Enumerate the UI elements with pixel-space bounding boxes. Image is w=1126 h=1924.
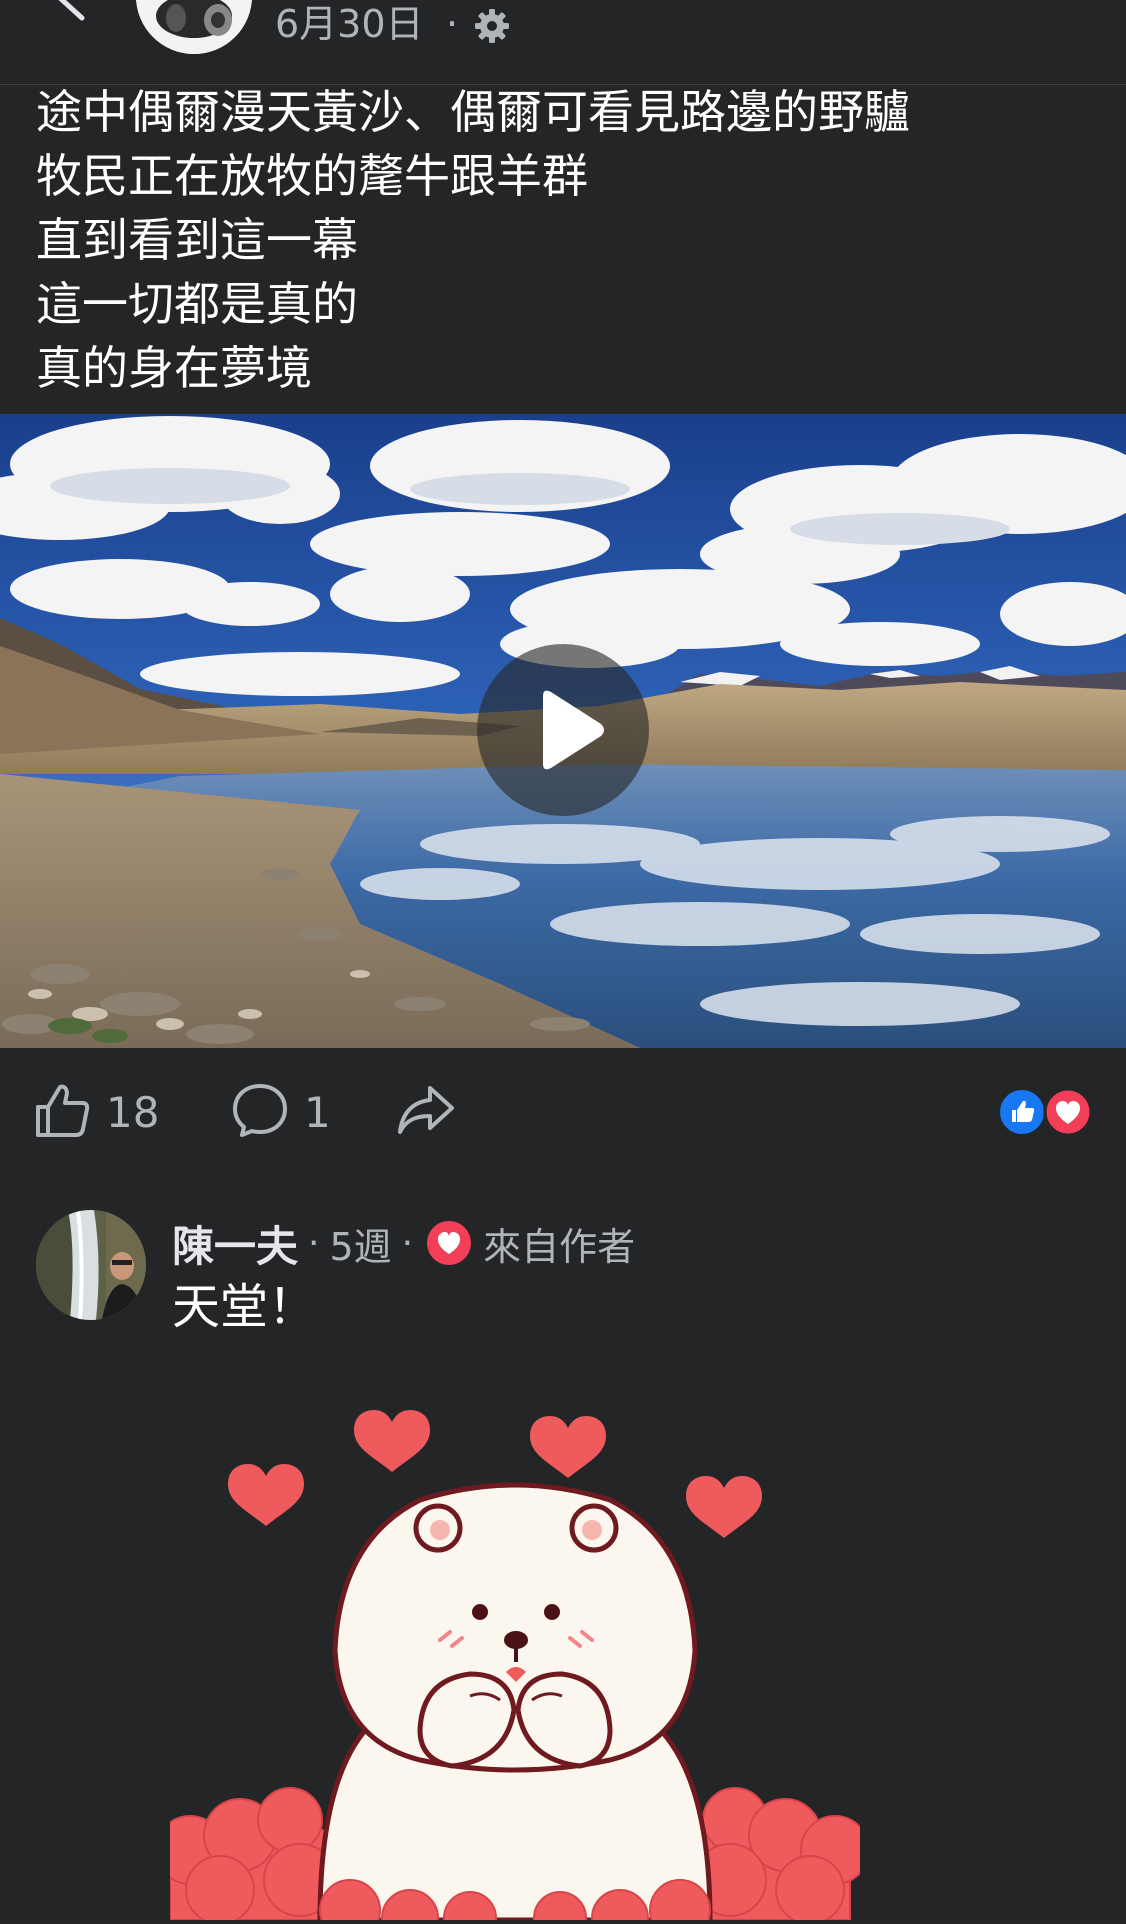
gear-icon[interactable] (472, 6, 512, 46)
post-text-line: 真的身在夢境 (36, 341, 312, 395)
post-text-line: 牧民正在放牧的氂牛跟羊群 (36, 149, 588, 203)
post-action-bar: 18 1 (0, 1080, 1126, 1144)
separator-dot: · (308, 1222, 320, 1264)
thumbs-up-icon (34, 1081, 92, 1143)
comment-bubble-icon (230, 1081, 290, 1143)
share-button[interactable] (396, 1080, 456, 1144)
comment-time[interactable]: 5週 (329, 1216, 391, 1271)
commenter-name[interactable]: 陳一夫 (172, 1213, 298, 1274)
separator-dot: · (401, 1222, 414, 1264)
like-count: 18 (106, 1087, 160, 1137)
love-reaction-icon (1043, 1087, 1093, 1137)
chevron-left-icon (40, 0, 100, 40)
comment-meta: 陳一夫 · 5週 · 來自作者 (172, 1216, 636, 1271)
comment-count: 1 (304, 1087, 331, 1137)
love-heart-icon (427, 1221, 472, 1265)
post-body: 途中偶爾漫天黃沙、偶爾可看見路邊的野驢 牧民正在放牧的氂牛跟羊群 直到看到這一幕… (36, 80, 1096, 400)
comment-button[interactable]: 1 (230, 1080, 331, 1144)
post-text-line: 途中偶爾漫天黃沙、偶爾可看見路邊的野驢 (36, 85, 910, 139)
commenter-avatar[interactable] (36, 1210, 146, 1320)
profile-avatar[interactable] (136, 0, 252, 54)
author-badge-label: 來自作者 (483, 1224, 636, 1269)
post-date[interactable]: 6月30日 (275, 2, 424, 46)
reaction-summary[interactable] (998, 1087, 1094, 1137)
like-reaction-icon (998, 1088, 1046, 1136)
share-arrow-icon (396, 1082, 456, 1142)
post-text-line: 直到看到這一幕 (36, 213, 358, 267)
polar-bear-hearts-sticker[interactable] (155, 1390, 870, 1924)
back-button[interactable] (40, 0, 100, 40)
post-text-line: 這一切都是真的 (36, 277, 358, 331)
separator-dot: · (446, 2, 459, 46)
post-header: 6月30日 · (0, 0, 1126, 85)
comment-text: 天堂！ (172, 1279, 317, 1335)
like-button[interactable]: 18 (34, 1080, 159, 1144)
play-button[interactable] (477, 644, 649, 816)
